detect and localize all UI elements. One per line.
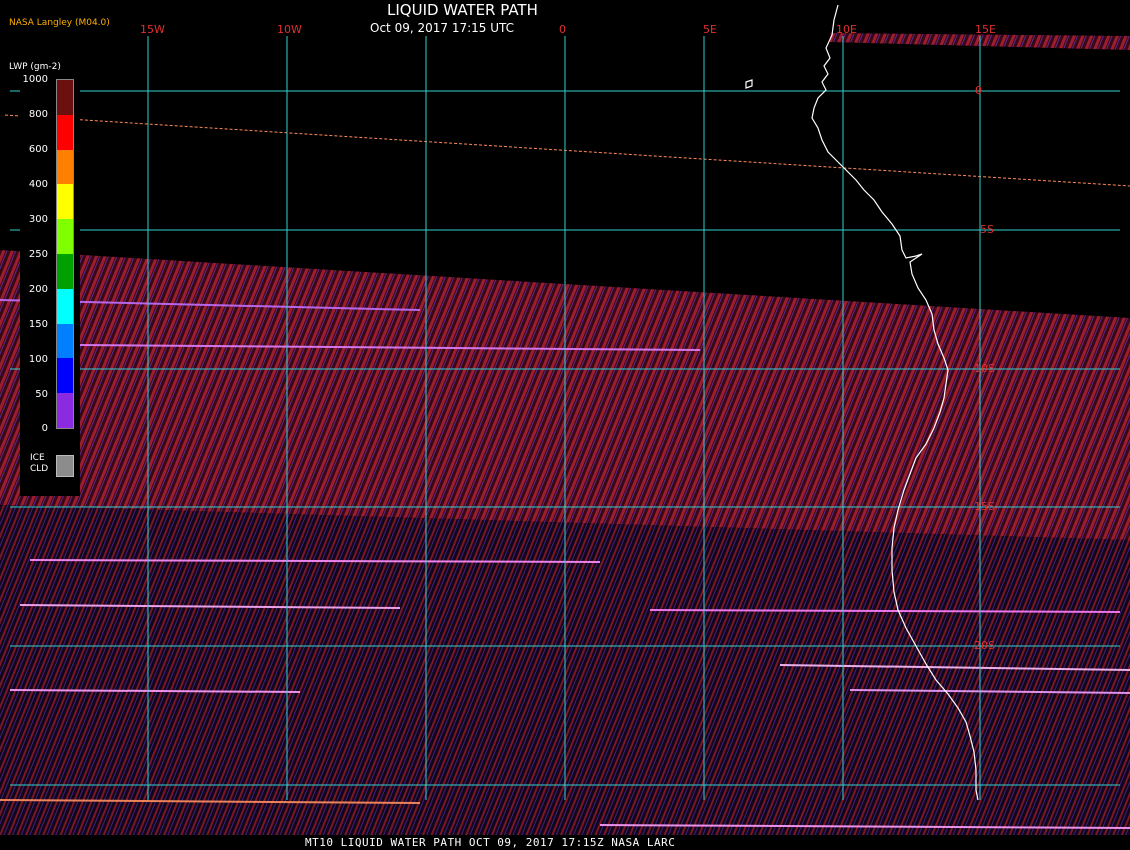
legend-tick-600: 600 — [28, 144, 48, 155]
lat-label-10s: 10S — [974, 362, 995, 375]
ice-cloud-swatch — [56, 455, 74, 477]
legend-color-segment — [57, 358, 73, 394]
legend-tick-250: 250 — [28, 249, 48, 260]
legend-color-segment — [57, 114, 73, 150]
lwp-map — [0, 4, 1130, 835]
legend-color-segment — [57, 80, 73, 115]
legend-color-segment — [57, 149, 73, 185]
lon-label-5e: 5E — [703, 23, 717, 36]
lat-label-5s: 5S — [980, 223, 994, 236]
satellite-image-viewer: LIQUID WATER PATH Oct 09, 2017 17:15 UTC… — [0, 0, 1130, 850]
lon-label-0: 0 — [559, 23, 566, 36]
legend-tick-50: 50 — [35, 389, 48, 400]
legend-title: LWP (gm-2) — [9, 62, 61, 72]
lat-label-15s: 15S — [974, 500, 995, 513]
legend-tick-800: 800 — [28, 109, 48, 120]
lon-label-15e: 15E — [975, 23, 996, 36]
legend-color-segment — [57, 323, 73, 359]
lat-label-20s: 20S — [974, 639, 995, 652]
legend-color-segment — [57, 184, 73, 220]
legend-tick-150: 150 — [28, 319, 48, 330]
legend-color-segment — [57, 288, 73, 324]
legend-color-bar — [56, 79, 74, 429]
legend-tick-1000: 1000 — [22, 74, 48, 85]
lat-label-0: 0 — [975, 84, 982, 97]
legend-color-segment — [57, 219, 73, 254]
lon-label-10e: 10E — [836, 23, 857, 36]
lon-label-15w: 15W — [140, 23, 165, 36]
lon-label-10w: 10W — [277, 23, 302, 36]
bioko-island — [745, 79, 753, 89]
legend-tick-300: 300 — [28, 214, 48, 225]
source-label: NASA Langley (M04.0) — [9, 18, 110, 28]
legend-color-segment — [57, 393, 73, 428]
legend-tick-0: 0 — [41, 423, 48, 434]
legend-tick-100: 100 — [28, 354, 48, 365]
ice-cloud-label: ICE CLD — [30, 453, 48, 475]
legend-tick-400: 400 — [28, 179, 48, 190]
ice-label-line1: ICE — [30, 453, 45, 463]
timestamp: Oct 09, 2017 17:15 UTC — [370, 21, 514, 35]
map-title: LIQUID WATER PATH — [387, 1, 538, 19]
legend-tick-200: 200 — [28, 284, 48, 295]
footer-caption: MT10 LIQUID WATER PATH OCT 09, 2017 17:1… — [305, 836, 676, 849]
legend-color-segment — [57, 253, 73, 289]
ice-label-line2: CLD — [30, 464, 49, 474]
orbit-track-line — [4, 114, 1130, 187]
